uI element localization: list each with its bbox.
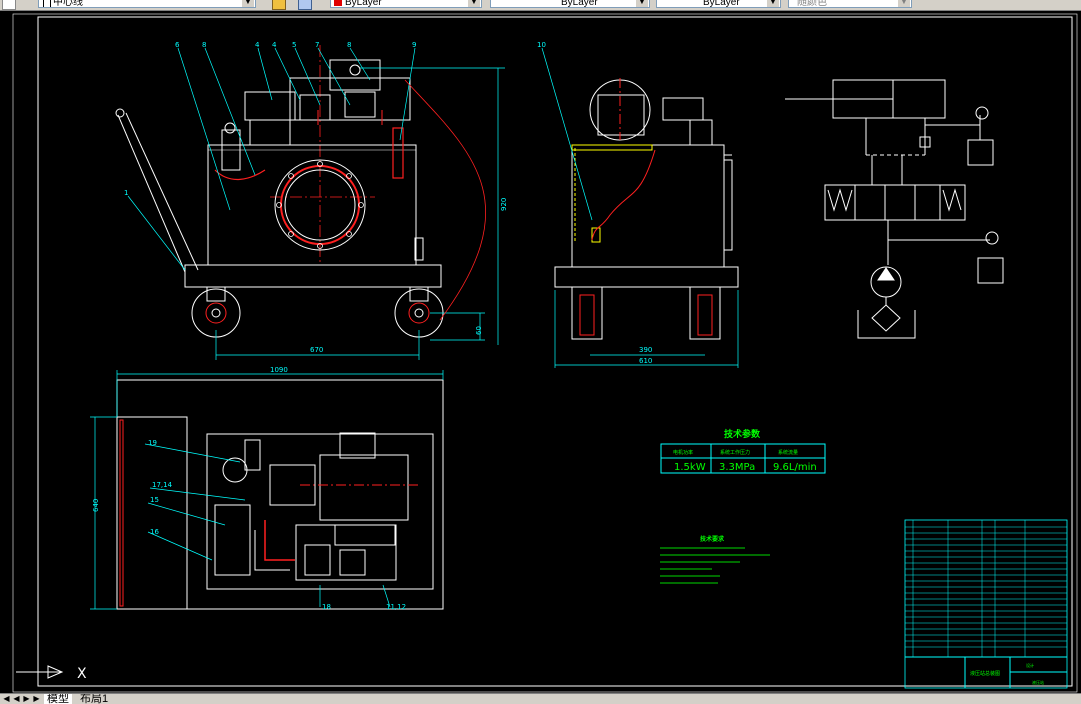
color-control-value: ByLayer [345, 0, 382, 8]
drawing-canvas[interactable]: 6 8 4 4 5 7 8 9 1 920 670 60 10 390 610 … [0, 10, 1081, 693]
balloon-1: 1 [124, 189, 128, 197]
layer-control-value: 中心线 [53, 0, 83, 8]
ucs-x-label: X [77, 666, 87, 682]
make-current-icon[interactable] [272, 0, 286, 10]
title-block-name: 液压站总装图 [970, 670, 1000, 677]
top-view: 1090 640 19 17,14 15 16 18 11,12 [90, 366, 444, 611]
balloon-4a: 4 [255, 41, 260, 49]
param-header-pressure: 系统工作压力 [720, 449, 750, 456]
dim-height-text: 920 [500, 198, 508, 211]
balloon-15: 15 [150, 496, 159, 504]
color-swatch-icon [334, 0, 342, 6]
front-view: 6 8 4 4 5 7 8 9 1 920 670 60 [115, 41, 508, 360]
color-control[interactable]: ByLayer ▼ [330, 0, 482, 8]
balloon-11-12: 11,12 [386, 603, 406, 611]
chevron-down-icon: ▼ [636, 0, 648, 7]
layer-color-icon [43, 0, 51, 7]
title-block: 液压站总装图 液压站 设计 [904, 519, 1068, 689]
layout-tab-bar: ◀ ◀ ▶ ▶ 模型 布局1 [0, 693, 1081, 704]
dim-width-text-top: 640 [92, 499, 100, 512]
balloon-17-14: 17,14 [152, 481, 173, 489]
balloon-10: 10 [537, 41, 546, 49]
balloon-18: 18 [322, 603, 331, 611]
outer-frame [12, 13, 1078, 693]
param-value-pressure: 3.3MPa [719, 462, 755, 473]
hydraulic-schematic [785, 79, 1004, 339]
balloon-19: 19 [148, 439, 157, 447]
balloon-8a: 8 [202, 41, 206, 49]
chevron-down-icon: ▼ [767, 0, 779, 7]
dim-width-text: 670 [310, 346, 323, 354]
title-block-unit: 设计 [1026, 662, 1034, 668]
plotstyle-control[interactable]: 随颜色 ▼ [788, 0, 912, 8]
chevron-down-icon: ▼ [242, 0, 254, 7]
layer-control[interactable]: 中心线 ▼ [38, 0, 256, 8]
param-header-motor: 电机功率 [673, 449, 693, 456]
dim-length-text: 1090 [270, 366, 288, 374]
dim-outer-text: 610 [639, 357, 652, 365]
lineweight-control-value: ByLayer [703, 0, 740, 8]
param-header-flow: 系统流量 [778, 449, 798, 456]
balloon-16: 16 [150, 528, 159, 536]
param-value-flow: 9.6L/min [773, 462, 817, 473]
chevron-down-icon: ▼ [468, 0, 480, 7]
chevron-down-icon: ▼ [898, 0, 910, 7]
layer-previous-icon[interactable] [298, 0, 312, 10]
balloon-7: 7 [315, 41, 319, 49]
side-view: 10 390 610 [537, 41, 739, 368]
layer-state-icon[interactable] [2, 0, 16, 10]
balloon-8b: 8 [347, 41, 351, 49]
lineweight-control[interactable]: ByLayer ▼ [656, 0, 781, 8]
tech-requirements: 技术要求 [660, 535, 770, 584]
balloon-4b: 4 [272, 41, 277, 49]
tech-req-title: 技术要求 [700, 535, 725, 543]
balloon-6: 6 [175, 41, 180, 49]
balloon-5: 5 [292, 41, 296, 49]
tech-params-title: 技术参数 [724, 428, 761, 440]
ucs-axis-icon: X [16, 665, 87, 682]
dim-wheel-text: 60 [475, 326, 483, 335]
linetype-control[interactable]: ByLayer ▼ [490, 0, 650, 8]
param-value-motor: 1.5kW [674, 462, 706, 473]
dim-inner-text: 390 [639, 346, 652, 354]
title-block-no: 液压站 [1032, 679, 1044, 685]
plotstyle-control-value: 随颜色 [797, 0, 827, 8]
cad-drawing[interactable]: 6 8 4 4 5 7 8 9 1 920 670 60 10 390 610 … [0, 10, 1081, 693]
linetype-control-value: ByLayer [561, 0, 598, 8]
tech-params-table: 技术参数 电机功率 系统工作压力 系统流量 1.5kW 3.3MPa 9.6L/… [660, 428, 826, 474]
balloon-9: 9 [412, 41, 416, 49]
